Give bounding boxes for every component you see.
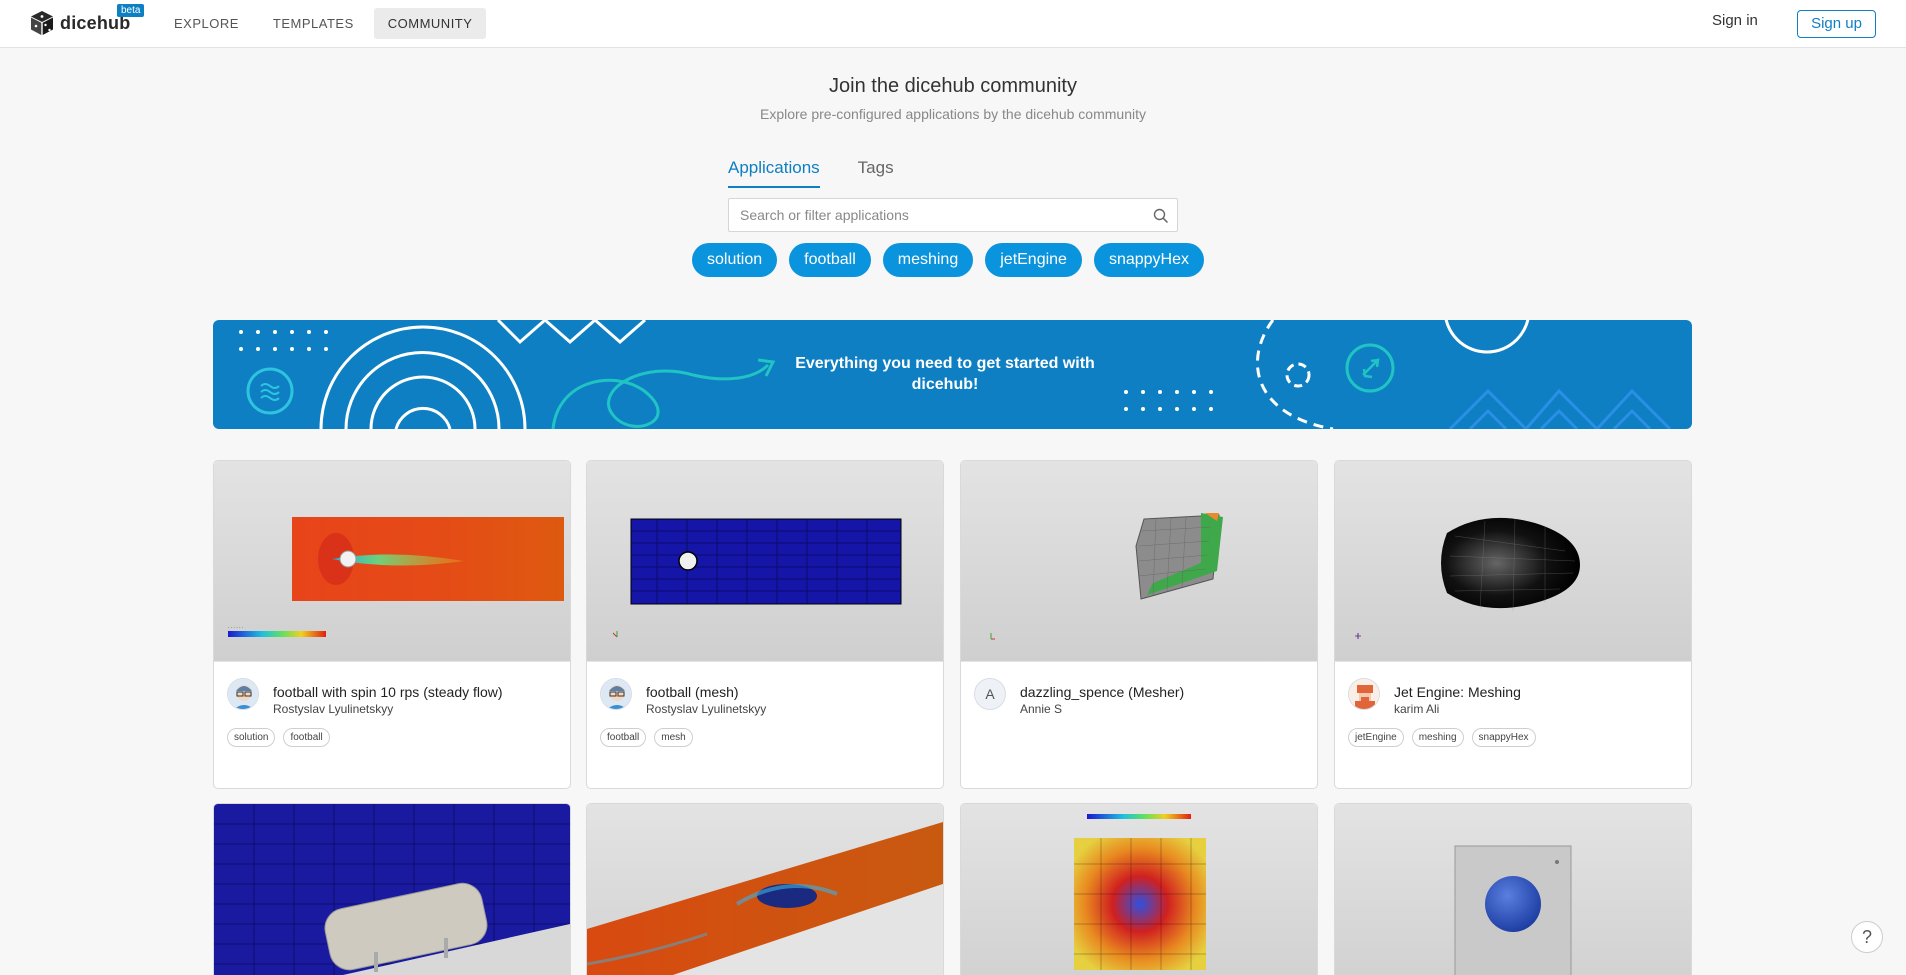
tab-tags[interactable]: Tags — [858, 158, 894, 188]
app-card[interactable] — [213, 803, 571, 975]
card-thumbnail — [587, 804, 943, 975]
help-button[interactable]: ? — [1851, 921, 1883, 953]
getting-started-banner[interactable]: Everything you need to get started with … — [213, 320, 1692, 429]
card-thumbnail — [587, 461, 943, 661]
tag-filter-list: solution football meshing jetEngine snap… — [692, 243, 1204, 277]
page-title: Join the dicehub community — [829, 75, 1077, 97]
avatar — [1348, 678, 1380, 710]
tag-chip[interactable]: solution — [227, 728, 276, 747]
card-thumbnail — [1335, 461, 1691, 661]
app-card[interactable]: A dazzling_spence (Mesher) Annie S — [960, 460, 1318, 789]
card-body: football (mesh) Rostyslav Lyulinetskyy f… — [587, 661, 943, 788]
svg-text:. . . . . .: . . . . . . — [228, 624, 243, 630]
card-thumbnail — [961, 461, 1317, 661]
tag-chip[interactable]: mesh — [654, 728, 693, 747]
avatar: A — [974, 678, 1006, 710]
card-title: Jet Engine: Meshing — [1394, 684, 1521, 700]
card-body: football with spin 10 rps (steady flow) … — [214, 661, 570, 788]
tag-chip[interactable]: football — [600, 728, 647, 747]
banner-text: Everything you need to get started with … — [795, 355, 1095, 393]
app-card[interactable]: Jet Engine: Meshing karim Ali jetEngine … — [1334, 460, 1692, 789]
tag-filter-snappyhex[interactable]: snappyHex — [1093, 243, 1204, 277]
card-author: Rostyslav Lyulinetskyy — [646, 702, 767, 716]
tag-chip[interactable]: snappyHex — [1471, 728, 1536, 747]
search-input[interactable] — [729, 199, 1129, 231]
tag-chip[interactable]: meshing — [1411, 728, 1464, 747]
card-tags: football mesh — [600, 728, 693, 747]
avatar — [227, 678, 259, 710]
nav-templates[interactable]: TEMPLATES — [259, 8, 368, 39]
card-author: Annie S — [1020, 702, 1063, 716]
sign-in-link[interactable]: Sign in — [1712, 12, 1758, 29]
tab-bar: Applications Tags — [728, 158, 894, 188]
beta-badge: beta — [117, 4, 145, 17]
app-card[interactable]: . . . . . . football with spin 10 rps (s… — [213, 460, 571, 789]
dice-cube-icon — [31, 11, 53, 35]
tag-filter-jetengine[interactable]: jetEngine — [985, 243, 1082, 277]
card-thumbnail — [214, 804, 570, 975]
sign-up-button[interactable]: Sign up — [1797, 10, 1876, 38]
main-nav: EXPLORE TEMPLATES COMMUNITY — [160, 8, 487, 39]
avatar — [600, 678, 632, 710]
card-tags: solution football — [227, 728, 330, 747]
tag-filter-solution[interactable]: solution — [692, 243, 778, 277]
tag-filter-meshing[interactable]: meshing — [882, 243, 974, 277]
card-thumbnail — [1335, 804, 1691, 975]
card-body: Jet Engine: Meshing karim Ali jetEngine … — [1335, 661, 1691, 788]
app-card[interactable] — [1334, 803, 1692, 975]
card-title: football with spin 10 rps (steady flow) — [273, 684, 503, 700]
tag-chip[interactable]: jetEngine — [1348, 728, 1404, 747]
tag-filter-football[interactable]: football — [789, 243, 871, 277]
card-thumbnail — [961, 804, 1317, 975]
card-title: dazzling_spence (Mesher) — [1020, 684, 1185, 700]
tab-applications[interactable]: Applications — [728, 158, 820, 188]
app-card[interactable] — [960, 803, 1318, 975]
logo[interactable]: dicehub beta — [30, 4, 145, 38]
card-author: karim Ali — [1394, 702, 1440, 716]
card-tags: jetEngine meshing snappyHex — [1348, 728, 1536, 747]
tag-chip[interactable]: football — [283, 728, 330, 747]
card-author: Rostyslav Lyulinetskyy — [273, 702, 394, 716]
top-navbar: dicehub beta EXPLORE TEMPLATES COMMUNITY… — [0, 0, 1906, 48]
card-body: A dazzling_spence (Mesher) Annie S — [961, 661, 1317, 788]
app-card[interactable] — [586, 803, 944, 975]
avatar-letter: A — [985, 686, 995, 702]
page-subtitle: Explore pre-configured applications by t… — [760, 106, 1146, 122]
search-icon[interactable] — [1153, 208, 1169, 224]
card-title: football (mesh) — [646, 684, 739, 700]
search-box — [728, 198, 1178, 232]
nav-explore[interactable]: EXPLORE — [160, 8, 253, 39]
app-card[interactable]: football (mesh) Rostyslav Lyulinetskyy f… — [586, 460, 944, 789]
nav-community[interactable]: COMMUNITY — [373, 8, 487, 39]
card-thumbnail: . . . . . . — [214, 461, 570, 661]
